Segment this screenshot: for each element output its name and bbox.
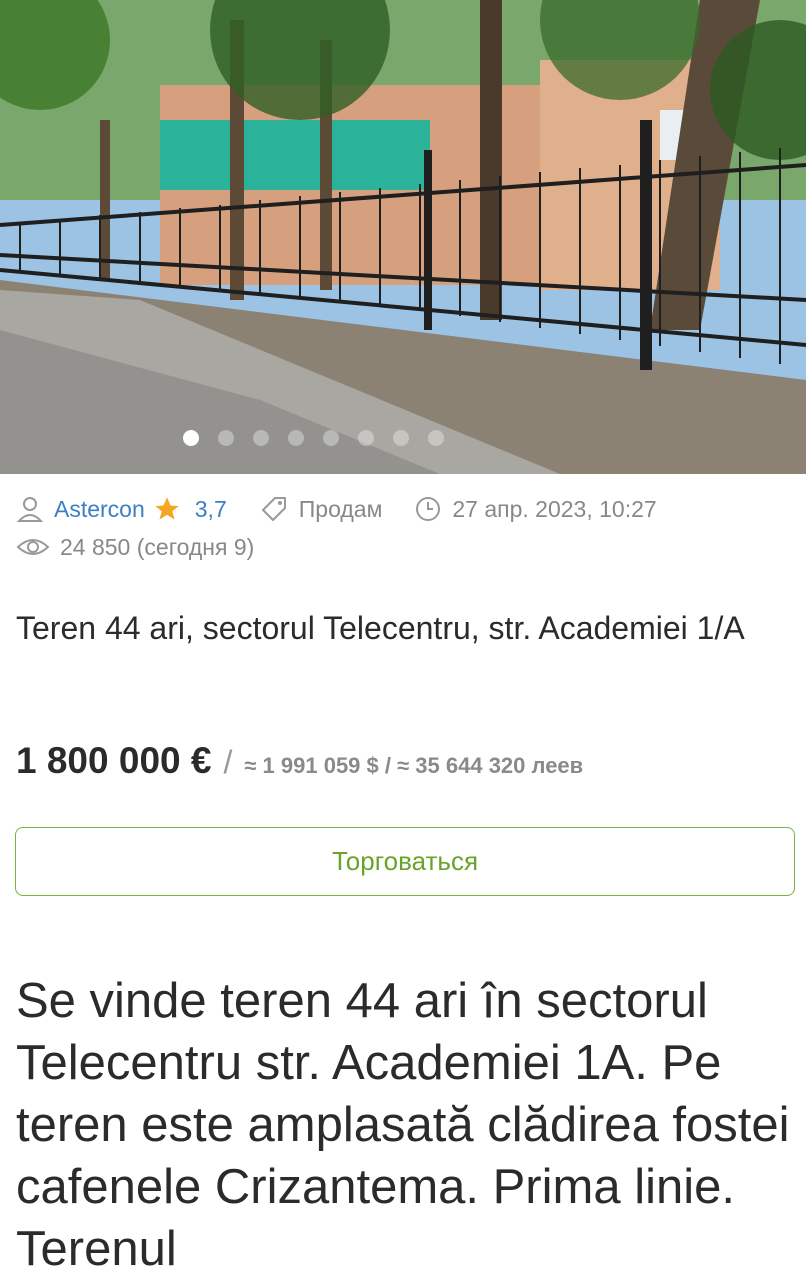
ad-type: Продам [259, 495, 383, 523]
star-icon [155, 497, 179, 520]
listing-description: Se vinde teren 44 ari în sectorul Telece… [16, 974, 790, 1276]
post-date-value: 27 апр. 2023, 10:27 [452, 495, 657, 522]
views-value: 24 850 (сегодня 9) [60, 533, 255, 560]
post-date: 27 апр. 2023, 10:27 [414, 495, 657, 523]
price-converted: ≈ 1 991 059 $ / ≈ 35 644 320 леев [244, 753, 584, 778]
eye-icon [16, 539, 50, 555]
bargain-button[interactable]: Торговаться [15, 827, 795, 896]
ad-type-label: Продам [298, 495, 383, 522]
photo-illustration [0, 0, 806, 474]
price-block: 1 800 000 € / ≈ 1 991 059 $ / ≈ 35 644 3… [16, 740, 583, 782]
gallery-dot[interactable] [253, 430, 269, 446]
listing-title: Teren 44 ari, sectorul Telecentru, str. … [16, 610, 745, 646]
views-count: 24 850 (сегодня 9) [16, 534, 254, 561]
user-icon [16, 497, 44, 522]
clock-icon [416, 497, 441, 521]
tag-icon [261, 497, 286, 521]
gallery-dot[interactable] [393, 430, 409, 446]
gallery-dot-active[interactable] [183, 430, 199, 446]
gallery-pagination[interactable] [183, 430, 444, 446]
gallery-dot[interactable] [358, 430, 374, 446]
seller-info[interactable]: Astercon 3,7 [16, 495, 227, 523]
listing-meta: Astercon 3,7 Продам 27 апр. 2023, 10:27 [16, 490, 796, 566]
gallery-dot[interactable] [218, 430, 234, 446]
gallery-dot[interactable] [288, 430, 304, 446]
gallery-dot[interactable] [428, 430, 444, 446]
price-main: 1 800 000 € [16, 740, 212, 781]
price-separator: / [223, 744, 233, 780]
seller-name[interactable]: Astercon [54, 496, 145, 523]
seller-rating[interactable]: 3,7 [195, 496, 227, 523]
gallery-dot[interactable] [323, 430, 339, 446]
listing-photo[interactable] [0, 0, 806, 474]
